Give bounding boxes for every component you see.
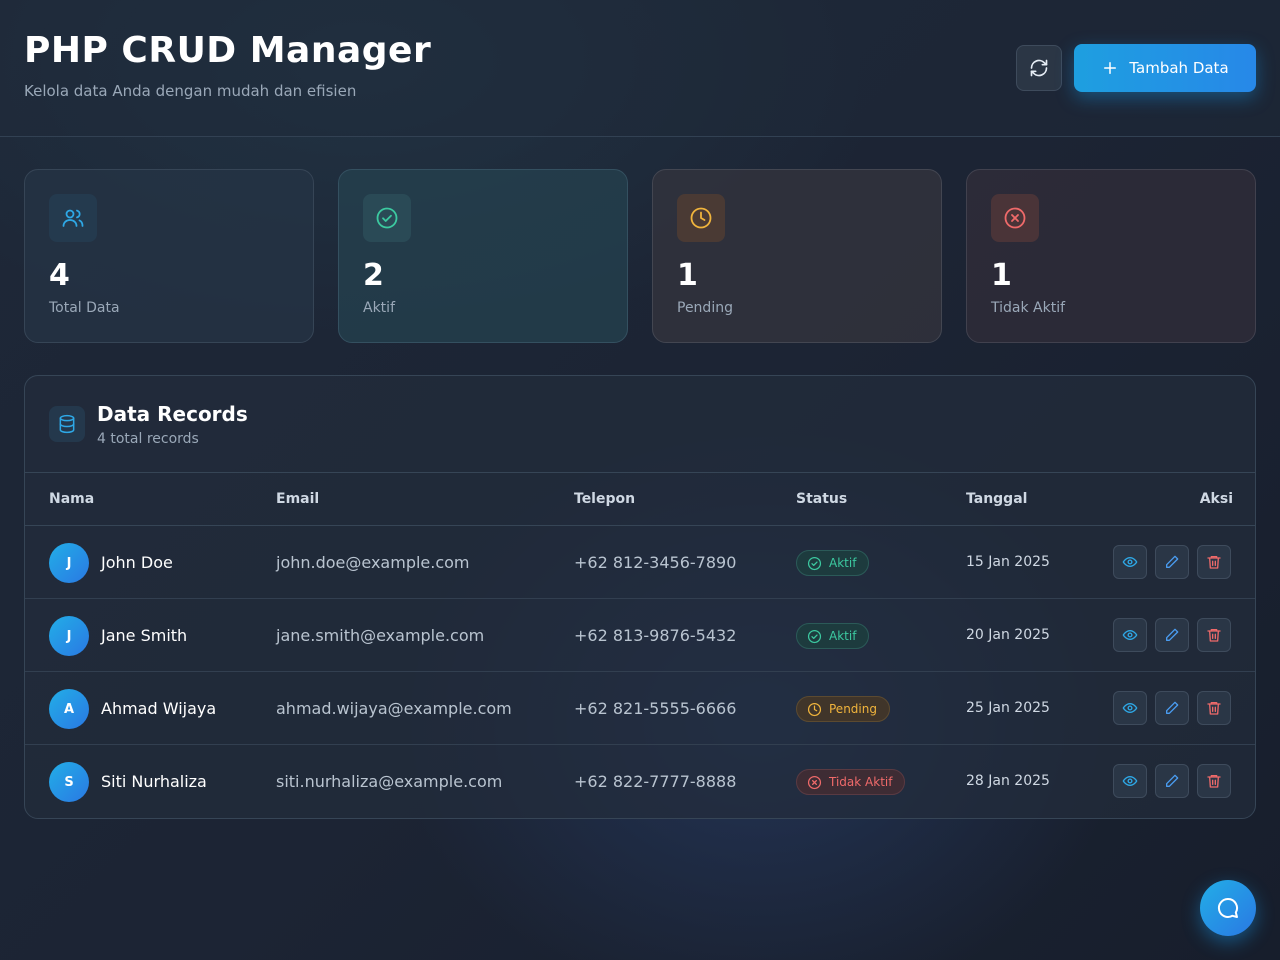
edit-button[interactable] (1155, 545, 1189, 579)
status-label: Aktif (829, 556, 857, 570)
chat-bubble-icon (1217, 897, 1238, 918)
avatar: A (49, 689, 89, 729)
delete-button[interactable] (1197, 545, 1231, 579)
status-badge: Tidak Aktif (796, 769, 906, 795)
avatar: J (49, 616, 89, 656)
eye-icon (1122, 557, 1138, 567)
stat-label: Aktif (363, 300, 395, 316)
cell-name: Jane Smith (101, 626, 188, 645)
delete-button[interactable] (1197, 764, 1231, 798)
table-row[interactable]: J Jane Smith jane.smith@example.com +62 … (25, 599, 1255, 672)
app-subtitle: Kelola data Anda dengan mudah dan efisie… (24, 82, 357, 100)
view-button[interactable] (1113, 764, 1147, 798)
column-header-tanggal[interactable]: Tanggal (966, 473, 1027, 526)
status-badge: Pending (796, 696, 890, 722)
x-circle-icon (807, 775, 822, 789)
trash-icon (1207, 629, 1221, 642)
refresh-button[interactable] (1016, 45, 1062, 91)
status-label: Pending (829, 702, 877, 716)
status-label: Tidak Aktif (829, 775, 893, 789)
cell-name: John Doe (101, 553, 173, 572)
plus-icon (1104, 62, 1117, 74)
status-badge: Aktif (796, 623, 870, 649)
cell-email: jane.smith@example.com (276, 626, 485, 645)
clock-icon (807, 702, 822, 716)
app-title: PHP CRUD Manager (24, 30, 432, 71)
stat-card-aktif: 2 Aktif (338, 169, 628, 343)
check-circle-icon (807, 629, 822, 643)
app-header: PHP CRUD Manager Kelola data Anda dengan… (0, 0, 1280, 137)
cell-date: 25 Jan 2025 (966, 700, 1050, 716)
table-header: Nama Email Telepon Status Tanggal Aksi (25, 473, 1255, 526)
cell-phone: +62 822-7777-8888 (574, 772, 737, 791)
status-badge: Aktif (796, 550, 870, 576)
stat-label: Pending (677, 300, 733, 316)
table-row[interactable]: A Ahmad Wijaya ahmad.wijaya@example.com … (25, 672, 1255, 745)
stat-card-pending: 1 Pending (652, 169, 942, 343)
refresh-icon (1030, 59, 1048, 77)
cell-phone: +62 821-5555-6666 (574, 699, 737, 718)
database-icon (49, 406, 85, 442)
delete-button[interactable] (1197, 618, 1231, 652)
stat-label: Total Data (49, 300, 120, 316)
clock-icon (677, 194, 725, 242)
pencil-icon (1166, 701, 1179, 714)
cell-email: siti.nurhaliza@example.com (276, 772, 503, 791)
stat-card-tidak-aktif: 1 Tidak Aktif (966, 169, 1256, 343)
cell-email: john.doe@example.com (276, 553, 470, 572)
view-button[interactable] (1113, 545, 1147, 579)
column-header-email[interactable]: Email (276, 473, 319, 526)
data-records-panel: Data Records 4 total records Nama Email … (24, 375, 1256, 819)
panel-header: Data Records 4 total records (25, 376, 1255, 473)
add-data-button[interactable]: Tambah Data (1074, 44, 1256, 92)
view-button[interactable] (1113, 691, 1147, 725)
x-circle-icon (991, 194, 1039, 242)
table-row[interactable]: J John Doe john.doe@example.com +62 812-… (25, 526, 1255, 599)
cell-phone: +62 813-9876-5432 (574, 626, 737, 645)
add-data-label: Tambah Data (1129, 59, 1229, 77)
view-button[interactable] (1113, 618, 1147, 652)
eye-icon (1122, 703, 1138, 713)
cell-date: 28 Jan 2025 (966, 773, 1050, 789)
record-count: 4 total records (97, 431, 199, 447)
edit-button[interactable] (1155, 618, 1189, 652)
users-icon (49, 194, 97, 242)
stat-card-total: 4 Total Data (24, 169, 314, 343)
cell-phone: +62 812-3456-7890 (574, 553, 737, 572)
column-header-status[interactable]: Status (796, 473, 847, 526)
cell-date: 20 Jan 2025 (966, 627, 1050, 643)
delete-button[interactable] (1197, 691, 1231, 725)
check-circle-icon (807, 556, 822, 570)
trash-icon (1207, 556, 1221, 569)
cell-name: Siti Nurhaliza (101, 772, 207, 791)
stat-label: Tidak Aktif (991, 300, 1066, 316)
edit-button[interactable] (1155, 764, 1189, 798)
column-header-telepon[interactable]: Telepon (574, 473, 635, 526)
panel-title: Data Records (97, 402, 248, 426)
avatar: J (49, 543, 89, 583)
stat-value: 1 (677, 258, 698, 293)
stat-value: 2 (363, 258, 384, 293)
status-label: Aktif (829, 629, 857, 643)
check-circle-icon (363, 194, 411, 242)
pencil-icon (1166, 555, 1179, 568)
cell-name: Ahmad Wijaya (101, 699, 217, 718)
eye-icon (1122, 630, 1138, 640)
avatar: S (49, 762, 89, 802)
stat-value: 4 (49, 258, 70, 293)
stat-value: 1 (991, 258, 1012, 293)
cell-date: 15 Jan 2025 (966, 554, 1050, 570)
trash-icon (1207, 775, 1221, 788)
pencil-icon (1166, 628, 1179, 641)
cell-email: ahmad.wijaya@example.com (276, 699, 512, 718)
pencil-icon (1166, 774, 1179, 787)
column-header-aksi: Aksi (1199, 491, 1233, 507)
table-row[interactable]: S Siti Nurhaliza siti.nurhaliza@example.… (25, 745, 1255, 818)
edit-button[interactable] (1155, 691, 1189, 725)
column-header-nama[interactable]: Nama (49, 473, 94, 526)
trash-icon (1207, 702, 1221, 715)
eye-icon (1122, 776, 1138, 786)
chat-button[interactable] (1200, 880, 1256, 936)
